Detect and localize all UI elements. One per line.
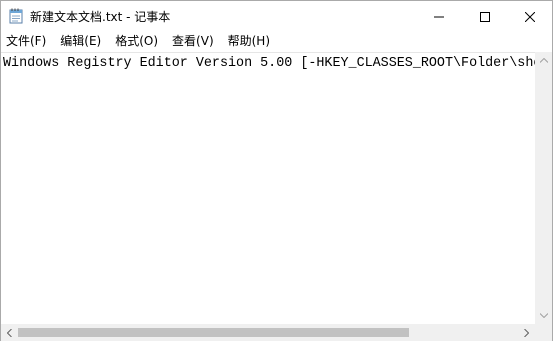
horizontal-scrollbar[interactable] — [1, 324, 535, 341]
menu-format[interactable]: 格式(O) — [108, 31, 165, 51]
horizontal-scroll-thumb[interactable] — [18, 328, 409, 337]
scroll-down-icon[interactable] — [535, 307, 552, 324]
notepad-window: 新建文本文档.txt - 记事本 文件(F) 编辑(E) 格式(O) 查看(V)… — [0, 0, 553, 341]
menu-edit[interactable]: 编辑(E) — [53, 31, 108, 51]
window-title: 新建文本文档.txt - 记事本 — [30, 10, 171, 24]
maximize-icon — [480, 7, 490, 26]
scroll-up-icon[interactable] — [535, 52, 552, 69]
menu-help[interactable]: 帮助(H) — [221, 31, 277, 51]
menu-view[interactable]: 查看(V) — [165, 31, 221, 51]
title-bar[interactable]: 新建文本文档.txt - 记事本 — [1, 1, 552, 31]
vertical-scrollbar[interactable] — [535, 52, 552, 324]
minimize-button[interactable] — [416, 1, 462, 31]
text-editor[interactable]: Windows Registry Editor Version 5.00 [-H… — [1, 52, 535, 324]
notepad-icon — [9, 8, 23, 24]
scroll-right-icon[interactable] — [518, 324, 535, 341]
size-grip[interactable] — [535, 324, 552, 341]
scroll-left-icon[interactable] — [1, 324, 18, 341]
editor-content: Windows Registry Editor Version 5.00 [-H… — [3, 56, 535, 71]
maximize-button[interactable] — [462, 1, 508, 31]
minimize-icon — [434, 7, 444, 26]
close-button[interactable] — [507, 1, 553, 31]
close-icon — [524, 7, 536, 26]
menu-file[interactable]: 文件(F) — [1, 31, 53, 51]
menu-bar: 文件(F) 编辑(E) 格式(O) 查看(V) 帮助(H) — [1, 31, 552, 51]
